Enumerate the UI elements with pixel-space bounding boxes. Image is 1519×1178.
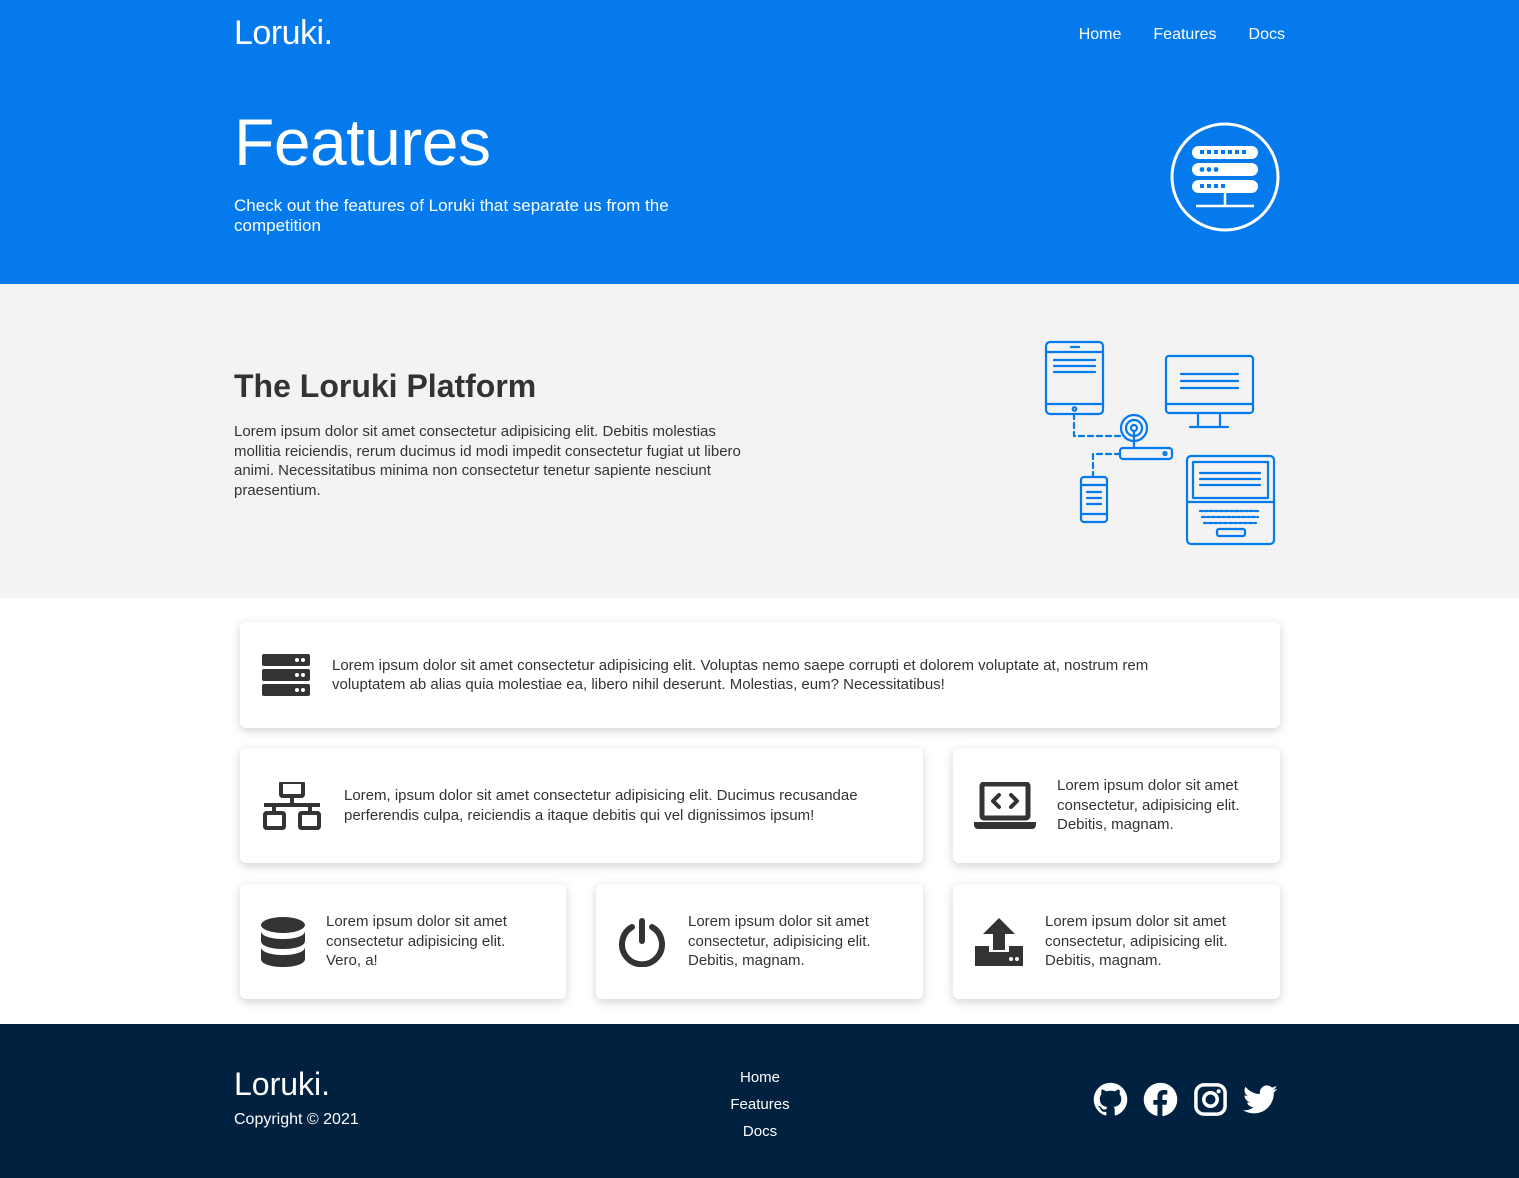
devices-network-illustration (1044, 340, 1276, 546)
footer-link-home[interactable]: Home (660, 1064, 860, 1091)
feature-card-5: Lorem ipsum dolor sit amet consectetur, … (596, 884, 923, 999)
page-title: Features (234, 105, 491, 179)
navbar: Loruki. Home Features Docs (0, 0, 1519, 70)
feature-text-4: Lorem ipsum dolor sit amet consectetur a… (326, 913, 507, 970)
feature-text-5: Lorem ipsum dolor sit amet consectetur, … (688, 913, 871, 970)
platform-title: The Loruki Platform (234, 368, 537, 404)
hero-section: Loruki. Home Features Docs Features Chec… (0, 0, 1519, 284)
feature-text-6: Lorem ipsum dolor sit amet consectetur, … (1045, 913, 1228, 970)
feature-card-3: Lorem ipsum dolor sit amet consectetur, … (953, 748, 1280, 863)
network-wired-icon (240, 781, 344, 830)
nav-link-home[interactable]: Home (1079, 26, 1122, 44)
page-subtitle: Check out the features of Loruki that se… (234, 196, 669, 235)
database-icon (240, 916, 326, 967)
footer-logo[interactable]: Loruki. (234, 1066, 330, 1103)
feature-card-1: Lorem ipsum dolor sit amet consectetur a… (240, 622, 1280, 728)
platform-section: The Loruki Platform Lorem ipsum dolor si… (0, 284, 1519, 598)
features-section: Lorem ipsum dolor sit amet consectetur a… (0, 598, 1519, 1024)
power-off-icon (596, 917, 688, 967)
feature-text-2: Lorem, ipsum dolor sit amet consectetur … (344, 787, 858, 824)
twitter-icon[interactable] (1243, 1082, 1278, 1117)
feature-text-3: Lorem ipsum dolor sit amet consectetur, … (1057, 777, 1240, 834)
laptop-code-icon (953, 781, 1057, 830)
nav-link-features[interactable]: Features (1153, 26, 1216, 44)
footer-nav: Home Features Docs (660, 1064, 860, 1145)
upload-icon (953, 917, 1045, 966)
footer: Loruki. Copyright © 2021 Home Features D… (0, 1024, 1519, 1178)
nav-links: Home Features Docs (1079, 26, 1285, 44)
feature-card-4: Lorem ipsum dolor sit amet consectetur a… (240, 884, 566, 999)
server-circle-icon (1170, 122, 1280, 232)
github-icon[interactable] (1093, 1082, 1128, 1117)
footer-link-features[interactable]: Features (660, 1091, 860, 1118)
platform-text: Lorem ipsum dolor sit amet consectetur a… (234, 423, 741, 499)
footer-link-docs[interactable]: Docs (660, 1118, 860, 1145)
social-links (1093, 1082, 1278, 1117)
instagram-icon[interactable] (1193, 1082, 1228, 1117)
facebook-icon[interactable] (1143, 1082, 1178, 1117)
feature-text-1: Lorem ipsum dolor sit amet consectetur a… (332, 656, 1149, 694)
copyright-text: Copyright © 2021 (234, 1111, 359, 1128)
feature-card-2: Lorem, ipsum dolor sit amet consectetur … (240, 748, 923, 863)
logo[interactable]: Loruki. (234, 14, 333, 53)
feature-card-6: Lorem ipsum dolor sit amet consectetur, … (953, 884, 1280, 999)
nav-link-docs[interactable]: Docs (1249, 26, 1285, 44)
server-icon (240, 654, 332, 696)
